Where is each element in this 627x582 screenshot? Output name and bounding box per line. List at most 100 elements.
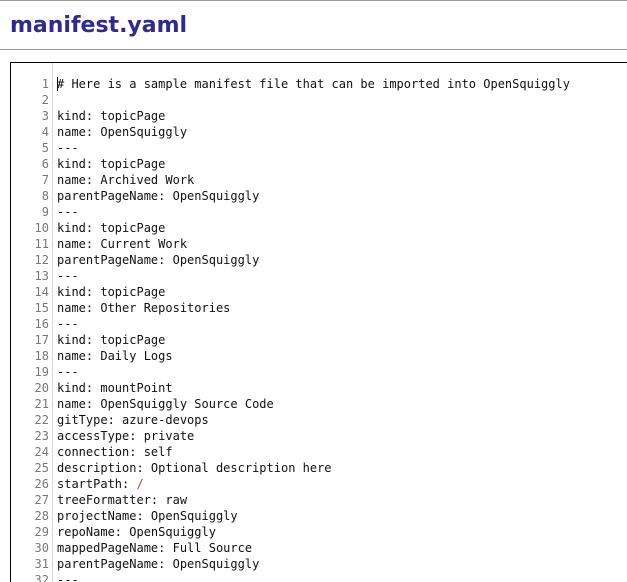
line-text: name: Current Work <box>57 236 187 252</box>
line-text: --- <box>57 140 79 156</box>
line-number: 5 <box>41 141 49 155</box>
line-text-content: --- <box>57 269 79 283</box>
line-number: 24 <box>34 445 49 459</box>
line-text: description: Optional description here <box>57 460 332 476</box>
line-text: kind: topicPage <box>57 220 165 236</box>
line-text-content: --- <box>57 317 79 331</box>
line-text: --- <box>57 316 79 332</box>
line-text: projectName: OpenSquiggly <box>57 508 238 524</box>
line-text-content: parentPageName: OpenSquiggly <box>57 253 260 267</box>
line-number: 21 <box>34 397 49 411</box>
line-number: 25 <box>34 461 49 475</box>
line-text: parentPageName: OpenSquiggly <box>57 252 259 268</box>
line-number: 3 <box>41 109 49 123</box>
line-number: 6 <box>41 157 49 171</box>
line-text-content: projectName: OpenSquiggly <box>57 509 238 523</box>
page: manifest.yaml 1 # Here is a sample manife… <box>0 0 627 582</box>
line-text: kind: mountPoint <box>57 380 173 396</box>
line-text-content: kind: topicPage <box>57 221 166 235</box>
line-text: parentPageName: OpenSquiggly <box>57 556 259 572</box>
line-text: name: Other Repositories <box>57 300 230 316</box>
line-number: 16 <box>34 317 49 331</box>
line-number: 9 <box>41 205 49 219</box>
line-number: 12 <box>34 253 49 267</box>
line-text-content: --- <box>57 205 79 219</box>
line-number: 26 <box>34 477 49 491</box>
line-number: 19 <box>34 365 49 379</box>
line-text: kind: topicPage <box>57 108 165 124</box>
line-text: kind: topicPage <box>57 284 165 300</box>
page-title: manifest.yaml <box>10 13 188 38</box>
line-number: 27 <box>34 493 49 507</box>
line-number: 10 <box>34 221 49 235</box>
line-text-content: --- <box>57 365 79 379</box>
line-text: treeFormatter: raw <box>57 492 187 508</box>
line-text: accessType: private <box>57 428 194 444</box>
line-number: 4 <box>41 125 49 139</box>
line-text: parentPageName: OpenSquiggly <box>57 188 259 204</box>
line-text: connection: self <box>57 444 173 460</box>
line-text-content: kind: topicPage <box>57 333 166 347</box>
line-text-content: treeFormatter: raw <box>57 493 188 507</box>
line-number: 11 <box>34 237 49 251</box>
line-text: repoName: OpenSquiggly <box>57 524 216 540</box>
line-text: gitType: azure-devops <box>57 412 209 428</box>
line-text-content: name: Daily Logs <box>57 349 173 363</box>
line-text: kind: topicPage <box>57 332 165 348</box>
line-text-content: parentPageName: OpenSquiggly <box>57 557 260 571</box>
line-text-content: repoName: OpenSquiggly <box>57 525 216 539</box>
line-text: --- <box>57 268 79 284</box>
line-number: 15 <box>34 301 49 315</box>
line-text-content: kind: topicPage <box>57 109 166 123</box>
line-text-content: name: Archived Work <box>57 173 195 187</box>
line-text-content: --- <box>57 141 79 155</box>
line-text-content: description: Optional description here <box>57 461 332 475</box>
line-number: 7 <box>41 173 49 187</box>
line-text-content: # Here is a sample manifest file that ca… <box>57 77 570 91</box>
title-divider <box>0 49 627 50</box>
line-text: --- <box>57 364 79 380</box>
line-number: 1 <box>41 77 49 91</box>
line-text: startPath: / <box>57 476 144 492</box>
line-text-content: name: Other Repositories <box>57 301 231 315</box>
line-number: 29 <box>34 525 49 539</box>
line-text-content: startPath: <box>57 477 137 491</box>
line-number: 30 <box>34 541 49 555</box>
line-text-content: kind: mountPoint <box>57 381 173 395</box>
line-number: 23 <box>34 429 49 443</box>
line-text-content: name: Current Work <box>57 237 188 251</box>
line-text: # Here is a sample manifest file that ca… <box>57 76 570 92</box>
line-text-content: gitType: azure-devops <box>57 413 209 427</box>
line-text: --- <box>57 572 79 582</box>
line-text: mappedPageName: Full Source <box>57 540 252 556</box>
line-number: 20 <box>34 381 49 395</box>
line-number: 32 <box>34 573 49 582</box>
line-text: name: Daily Logs <box>57 348 173 364</box>
line-number: 17 <box>34 333 49 347</box>
line-number: 22 <box>34 413 49 427</box>
line-text-content: mappedPageName: Full Source <box>57 541 253 555</box>
line-text-content: accessType: private <box>57 429 195 443</box>
line-text-content: --- <box>57 573 79 582</box>
line-text: --- <box>57 204 79 220</box>
line-text-content: kind: topicPage <box>57 285 166 299</box>
line-number: 28 <box>34 509 49 523</box>
line-text: kind: topicPage <box>57 156 165 172</box>
line-number: 31 <box>34 557 49 571</box>
line-number: 18 <box>34 349 49 363</box>
line-text-content: name: OpenSquiggly <box>57 125 188 139</box>
text-cursor <box>57 77 58 91</box>
line-text-content: connection: self <box>57 445 173 459</box>
line-number: 13 <box>34 269 49 283</box>
line-text-content: name: OpenSquiggly Source Code <box>57 397 274 411</box>
line-text-content: parentPageName: OpenSquiggly <box>57 189 260 203</box>
line-number: 14 <box>34 285 49 299</box>
line-text-content: kind: topicPage <box>57 157 166 171</box>
line-text: name: OpenSquiggly Source Code <box>57 396 274 412</box>
line-number: 8 <box>41 189 49 203</box>
top-divider <box>0 0 627 1</box>
line-text: name: OpenSquiggly <box>57 124 187 140</box>
line-text: name: Archived Work <box>57 172 194 188</box>
code-editor[interactable]: 1 # Here is a sample manifest file that c… <box>10 62 627 582</box>
line-text-value: / <box>136 477 144 491</box>
